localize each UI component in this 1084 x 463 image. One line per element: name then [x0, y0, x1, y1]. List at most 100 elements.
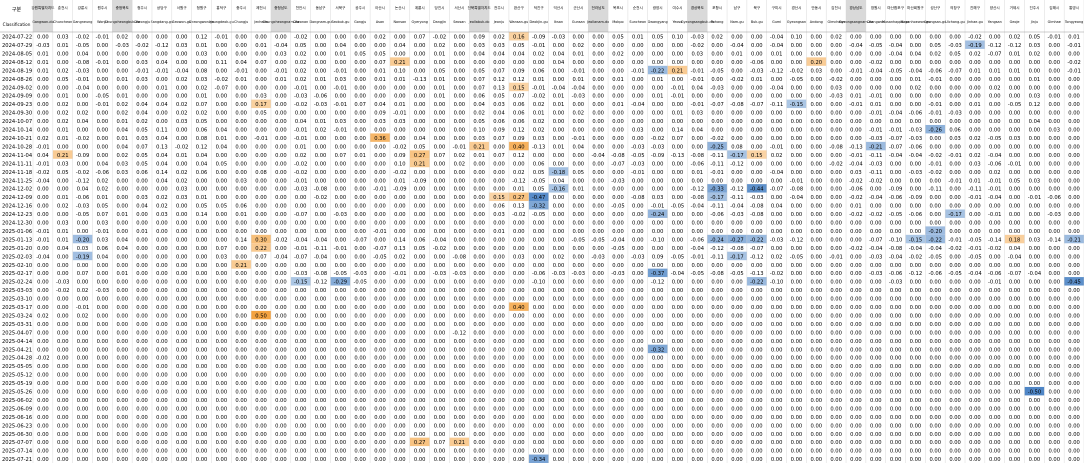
- cell-value-label: 0.00: [533, 390, 545, 396]
- cell-value-label: 0.00: [315, 330, 327, 336]
- cell-value-label: 0.00: [374, 153, 386, 159]
- cell-value-label: 0.02: [176, 77, 188, 83]
- cell-value-label: -0.01: [155, 68, 168, 74]
- column-header-en: Dangjin: [433, 20, 446, 24]
- cell-value-label: 0.00: [890, 381, 902, 387]
- cell-value-label: -0.04: [889, 254, 903, 260]
- cell-value-label: 0.02: [116, 102, 128, 108]
- cell-value-label: 0.00: [632, 43, 644, 49]
- cell-value-label: 0.00: [830, 313, 842, 319]
- cell-value-label: 0.00: [533, 415, 545, 421]
- cell-value-label: 0.00: [473, 398, 485, 404]
- cell-value-label: 0.00: [692, 347, 704, 353]
- cell-value-label: -0.01: [988, 280, 1001, 286]
- cell-value-label: 0.00: [394, 381, 406, 387]
- cell-value-label: 0.00: [533, 440, 545, 446]
- cell-value-label: 0.02: [57, 102, 69, 108]
- cell-value-label: 0.00: [255, 440, 267, 446]
- cell-value-label: 0.00: [235, 85, 247, 91]
- cell-value-label: 0.00: [414, 221, 426, 227]
- cell-value-label: 0.00: [751, 170, 763, 176]
- cell-value-label: 0.00: [692, 288, 704, 294]
- cell-value-label: 0.00: [1029, 161, 1041, 167]
- cell-value-label: 0.00: [731, 406, 743, 412]
- cell-value-label: -0.05: [710, 68, 723, 74]
- cell-value-label: 0.00: [791, 43, 803, 49]
- cell-value-label: -0.03: [611, 178, 624, 184]
- cell-value-label: 0.00: [493, 288, 505, 294]
- cell-value-label: 0.00: [493, 347, 505, 353]
- cell-value-label: 0.00: [612, 322, 624, 328]
- cell-value-label: 0.00: [1048, 280, 1060, 286]
- cell-value-label: -0.12: [651, 280, 664, 286]
- cell-value-label: 0.00: [830, 347, 842, 353]
- cell-value-label: 0.02: [513, 170, 525, 176]
- cell-value-label: -0.01: [76, 77, 89, 83]
- cell-value-label: -0.06: [988, 161, 1001, 167]
- cell-value-label: 0.00: [216, 398, 228, 404]
- cell-value-label: 0.00: [751, 297, 763, 303]
- cell-value-label: 0.00: [652, 60, 664, 66]
- cell-value-label: 0.00: [315, 305, 327, 311]
- cell-value-label: 0.00: [751, 111, 763, 117]
- cell-value-label: -0.16: [552, 187, 565, 193]
- column-header-group-bg: [687, 0, 708, 32]
- cell-value-label: 0.00: [969, 457, 981, 463]
- cell-value-label: 0.00: [493, 406, 505, 412]
- cell-value-label: 0.00: [751, 440, 763, 446]
- cell-value-label: -0.07: [353, 237, 366, 243]
- cell-value-label: 0.05: [136, 153, 148, 159]
- cell-value-label: 0.00: [850, 449, 862, 455]
- cell-value-label: 0.00: [612, 136, 624, 142]
- cell-value-label: 0.00: [731, 339, 743, 345]
- cell-value-label: 0.00: [830, 178, 842, 184]
- cell-value-label: 0.01: [275, 77, 287, 83]
- cell-value-label: 0.00: [315, 339, 327, 345]
- cell-value-label: 0.00: [57, 406, 69, 412]
- column-header-en: Jinhae-gu: [966, 20, 983, 24]
- cell-value-label: -0.03: [36, 43, 49, 49]
- cell-value-label: 0.00: [731, 313, 743, 319]
- cell-value-label: 0.00: [493, 178, 505, 184]
- cell-value-label: 0.02: [454, 153, 466, 159]
- cell-value-label: -0.01: [532, 85, 545, 91]
- cell-value-label: 0.00: [1048, 136, 1060, 142]
- cell-value-label: 0.04: [573, 144, 585, 150]
- cell-value-label: 0.00: [37, 398, 49, 404]
- cell-value-label: 0.01: [136, 229, 148, 235]
- cell-value-label: -0.11: [710, 204, 723, 210]
- cell-value-label: 0.01: [553, 102, 565, 108]
- cell-value-label: 0.22: [255, 246, 267, 252]
- cell-value-label: 0.00: [1048, 288, 1060, 294]
- cell-value-label: 0.00: [711, 288, 723, 294]
- cell-value-label: 0.02: [771, 153, 783, 159]
- cell-value-label: -0.01: [254, 136, 267, 142]
- cell-value-label: 0.00: [731, 364, 743, 370]
- cell-value-label: 0.00: [315, 111, 327, 117]
- cell-value-label: 0.00: [870, 229, 882, 235]
- cell-value-label: 0.00: [910, 339, 922, 345]
- cell-value-label: 0.00: [989, 111, 1001, 117]
- cell-value-label: 0.00: [890, 221, 902, 227]
- cell-value-label: 0.00: [929, 356, 941, 362]
- cell-value-label: 0.03: [473, 43, 485, 49]
- cell-value-label: 0.00: [315, 313, 327, 319]
- cell-value-label: 0.00: [275, 102, 287, 108]
- column-header-ko: 공주시: [355, 5, 365, 10]
- cell-value-label: 0.00: [811, 246, 823, 252]
- cell-value-label: 0.00: [949, 297, 961, 303]
- cell-value-label: 0.01: [235, 212, 247, 218]
- cell-value-label: 0.00: [1068, 102, 1080, 108]
- cell-value-label: 0.00: [235, 398, 247, 404]
- cell-value-label: 0.00: [870, 457, 882, 463]
- cell-value-label: 0.00: [335, 322, 347, 328]
- cell-value-label: 0.07: [255, 254, 267, 260]
- cell-value-label: 0.00: [811, 144, 823, 150]
- cell-value-label: 0.02: [57, 111, 69, 117]
- cell-value-label: 0.00: [711, 423, 723, 429]
- cell-value-label: 0.00: [711, 406, 723, 412]
- cell-value-label: 0.00: [652, 381, 664, 387]
- cell-value-label: 0.00: [672, 313, 684, 319]
- cell-value-label: 0.00: [493, 449, 505, 455]
- cell-value-label: 0.00: [116, 254, 128, 260]
